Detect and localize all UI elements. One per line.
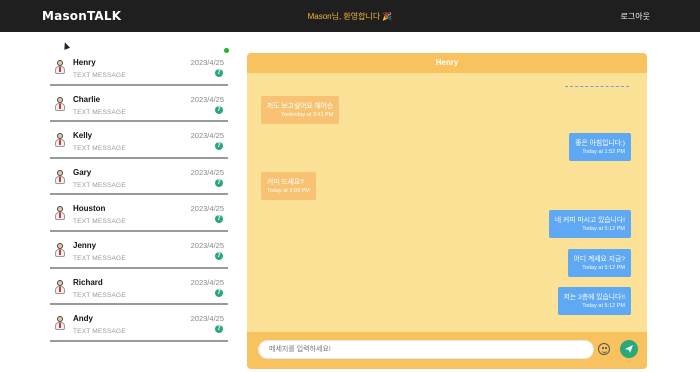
send-icon (625, 345, 633, 353)
message-date: 2023/4/25 (190, 314, 224, 324)
top-bar: MasonTALK Mason님, 환영합니다 🎉 로그아웃 (0, 0, 700, 32)
message-date: 2023/4/25 (190, 58, 224, 67)
message-time: Today at 5:12 PM (582, 226, 625, 232)
message-time: Yesterday at 3:41 PM (280, 112, 334, 118)
conversation-item-jenny[interactable]: Jenny TEXT MESSAGE 2023/4/25 7 (50, 232, 228, 269)
message-preview: TEXT MESSAGE (73, 291, 126, 299)
unread-badge: 7 (215, 288, 223, 297)
message-time: Today at 3:09 PM (267, 188, 310, 194)
welcome-message: Mason님, 환영합니다 🎉 (307, 12, 393, 21)
avatar-icon (54, 316, 66, 332)
loading-divider (565, 86, 629, 87)
contact-name: Gary (73, 167, 92, 177)
online-status-icon (224, 48, 229, 53)
conversation-list: Henry TEXT MESSAGE 2023/4/25 7 Charlie T… (50, 48, 229, 342)
message-date: 2023/4/25 (190, 94, 224, 104)
incoming-message: 커피 드세요? Today at 3:09 PM (261, 172, 316, 200)
outgoing-message: 좋은 아침입니다:) Today at 1:52 PM (569, 133, 631, 161)
contact-name: Henry (73, 58, 96, 67)
contact-name: Kelly (73, 131, 93, 141)
message-time: Today at 1:52 PM (582, 149, 625, 155)
message-date: 2023/4/25 (190, 204, 224, 214)
message-preview: TEXT MESSAGE (73, 145, 126, 153)
conversation-item-charlie[interactable]: Charlie TEXT MESSAGE 2023/4/25 7 (50, 86, 228, 123)
message-preview: TEXT MESSAGE (73, 72, 126, 79)
conversation-item-gary[interactable]: Gary TEXT MESSAGE 2023/4/25 7 (50, 159, 228, 196)
message-date: 2023/4/25 (190, 240, 224, 250)
message-preview: TEXT MESSAGE (73, 254, 126, 262)
contact-name: Andy (73, 314, 93, 324)
message-text: 어디 계세요 지금? (573, 256, 625, 263)
unread-badge: 7 (215, 251, 223, 260)
smiley-icon[interactable] (598, 343, 610, 355)
chat-title: Henry (247, 53, 647, 73)
send-button[interactable] (620, 340, 638, 358)
outgoing-message: 저는 3층에 있습니다!! Today at 5:12 PM (557, 287, 631, 315)
message-preview: TEXT MESSAGE (73, 328, 126, 336)
avatar-icon (54, 96, 66, 113)
avatar-icon (54, 60, 66, 76)
message-date: 2023/4/25 (190, 277, 224, 287)
message-preview: TEXT MESSAGE (73, 181, 126, 189)
message-date: 2023/4/25 (190, 167, 224, 177)
conversation-item-houston[interactable]: Houston TEXT MESSAGE 2023/4/25 7 (50, 195, 228, 232)
unread-badge: 7 (215, 178, 223, 187)
incoming-message: 저도 보고싶어요 헤어순 Yesterday at 3:41 PM (261, 96, 340, 124)
message-input[interactable] (258, 340, 594, 359)
message-time: Today at 5:12 PM (582, 265, 625, 271)
message-preview: TEXT MESSAGE (73, 218, 126, 226)
message-preview: TEXT MESSAGE (73, 108, 126, 116)
message-text: 좋은 아침입니다:) (575, 140, 625, 147)
conversation-item-andy[interactable]: Andy TEXT MESSAGE 2023/4/25 7 (50, 305, 228, 342)
logout-button[interactable]: 로그아웃 (621, 11, 650, 22)
outgoing-message: 어디 계세요 지금? Today at 5:12 PM (567, 249, 631, 277)
message-text: 저는 3층에 있습니다!! (563, 294, 625, 301)
outgoing-message: 네 커피 마시고 있습니다! Today at 5:12 PM (548, 210, 631, 238)
contact-name: Jenny (73, 240, 97, 250)
message-time: Today at 5:12 PM (582, 303, 625, 309)
unread-badge: 7 (215, 215, 223, 224)
conversation-item-henry[interactable]: Henry TEXT MESSAGE 2023/4/25 7 (50, 48, 229, 86)
conversation-item-richard[interactable]: Richard TEXT MESSAGE 2023/4/25 7 (50, 269, 228, 306)
unread-badge: 7 (215, 69, 223, 77)
contact-name: Charlie (73, 94, 101, 104)
message-composer (247, 332, 647, 369)
unread-badge: 7 (215, 325, 223, 334)
avatar-icon (54, 206, 66, 222)
avatar-icon (54, 279, 66, 296)
avatar-icon (54, 242, 66, 259)
unread-badge: 7 (215, 142, 223, 151)
chat-panel: Henry 저도 보고싶어요 헤어순 Yesterday at 3:41 PM … (247, 53, 647, 369)
conversation-item-kelly[interactable]: Kelly TEXT MESSAGE 2023/4/25 7 (50, 122, 228, 159)
unread-badge: 7 (215, 105, 223, 114)
message-text: 네 커피 마시고 있습니다! (554, 217, 625, 224)
message-text: 저도 보고싶어요 헤어순 (267, 103, 334, 110)
message-date: 2023/4/25 (190, 131, 224, 141)
avatar-icon (54, 169, 66, 186)
contact-name: Richard (73, 277, 103, 287)
contact-name: Houston (73, 204, 106, 214)
avatar-icon (54, 133, 66, 149)
message-text: 커피 드세요? (267, 179, 304, 186)
